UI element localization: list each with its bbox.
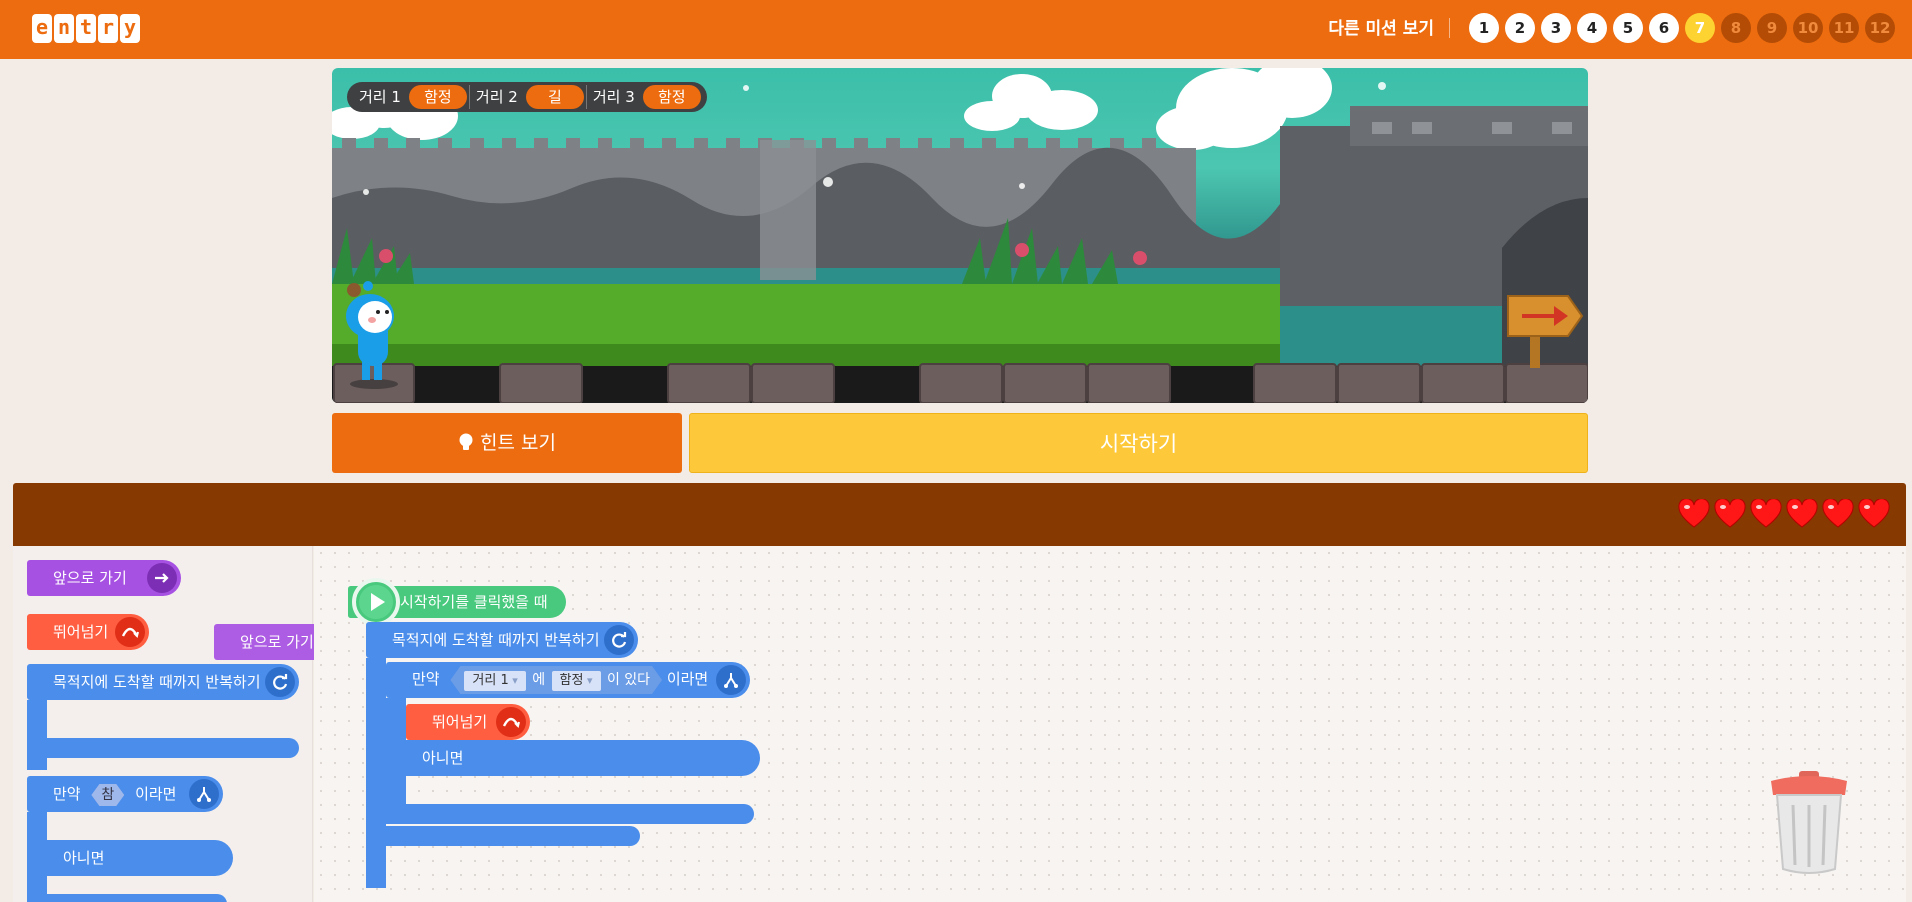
repeat-icon bbox=[604, 625, 634, 655]
top-bar: e n t r y 다른 미션 보기 1 2 3 4 5 6 7 8 9 10 … bbox=[0, 0, 1912, 59]
repeat-icon bbox=[265, 667, 295, 697]
distance-3: 거리 3 함정 bbox=[585, 85, 701, 109]
logo-letter: n bbox=[54, 14, 74, 43]
heart-icon bbox=[1786, 499, 1818, 528]
trash-can-icon[interactable] bbox=[1769, 769, 1849, 877]
repeat-arm bbox=[27, 700, 47, 770]
distance-2-value: 길 bbox=[525, 85, 584, 109]
logo-letter: t bbox=[76, 14, 96, 43]
jump-arc-icon bbox=[115, 617, 145, 647]
distance-1-label: 거리 1 bbox=[359, 88, 401, 106]
mission-button-11[interactable]: 11 bbox=[1829, 13, 1859, 43]
distance-2-label: 거리 2 bbox=[475, 88, 518, 106]
mission-button-10[interactable]: 10 bbox=[1793, 13, 1823, 43]
game-stage: 거리 1 함정 거리 2 길 거리 3 함정 bbox=[332, 68, 1588, 403]
if-else-block[interactable]: 만약 거리 1 에 함정 이 있다 이라면 bbox=[386, 662, 750, 698]
mission-button-1[interactable]: 1 bbox=[1469, 13, 1499, 43]
if-footer bbox=[386, 804, 754, 824]
repeat-footer bbox=[366, 826, 640, 846]
else-section: 아니면 bbox=[386, 740, 760, 776]
mission-button-12[interactable]: 12 bbox=[1865, 13, 1895, 43]
condition-slot[interactable]: 참 bbox=[91, 784, 124, 806]
palette-block-jump[interactable]: 뛰어넘기 bbox=[27, 614, 149, 650]
arrow-right-icon bbox=[147, 563, 177, 593]
distance-1-value: 함정 bbox=[408, 85, 467, 109]
distance-3-label: 거리 3 bbox=[592, 88, 635, 106]
repeat-arm bbox=[366, 658, 386, 888]
palette-block-if-else[interactable]: 만약 참 이라면 bbox=[27, 776, 223, 812]
distance-2: 거리 2 길 bbox=[468, 85, 584, 109]
hint-button[interactable]: 힌트 보기 bbox=[332, 413, 682, 473]
palette-block-else: 아니면 bbox=[27, 840, 233, 876]
if-footer bbox=[27, 894, 227, 902]
palette-block-forward[interactable]: 앞으로 가기 bbox=[27, 560, 181, 596]
heart-icon bbox=[1714, 499, 1746, 528]
header-divider bbox=[1449, 18, 1450, 38]
other-missions-label[interactable]: 다른 미션 보기 bbox=[1310, 17, 1434, 41]
condition-exists: 이 있다 bbox=[606, 672, 651, 688]
block-label: 앞으로 가기 bbox=[53, 569, 127, 587]
condition-particle: 에 bbox=[532, 672, 546, 688]
logo-letter: e bbox=[32, 14, 52, 43]
mission-list: 1 2 3 4 5 6 7 8 9 10 11 12 bbox=[1469, 13, 1895, 43]
entry-logo[interactable]: e n t r y bbox=[32, 14, 140, 43]
start-button[interactable]: 시작하기 bbox=[689, 413, 1588, 473]
branch-icon bbox=[189, 779, 219, 809]
distance-3-value: 함정 bbox=[642, 85, 701, 109]
block-label: 뛰어넘기 bbox=[53, 623, 109, 641]
logo-letter: r bbox=[98, 14, 118, 43]
palette-block-repeat[interactable]: 목적지에 도착할 때까지 반복하기 bbox=[27, 664, 299, 700]
distance-status-bar: 거리 1 함정 거리 2 길 거리 3 함정 bbox=[347, 82, 707, 112]
mission-button-8[interactable]: 8 bbox=[1721, 13, 1751, 43]
workspace-header bbox=[13, 483, 1906, 546]
block-label: 목적지에 도착할 때까지 반복하기 bbox=[392, 631, 600, 649]
block-label: 아니면 bbox=[422, 749, 464, 767]
heart-icon bbox=[1750, 499, 1782, 528]
heart-icon bbox=[1858, 499, 1890, 528]
script-canvas[interactable]: 시작하기를 클릭했을 때 목적지에 도착할 때까지 반복하기 만약 거리 1 에… bbox=[314, 546, 1906, 902]
mission-button-4[interactable]: 4 bbox=[1577, 13, 1607, 43]
block-label: 뛰어넘기 bbox=[432, 713, 488, 731]
condition-block[interactable]: 거리 1 에 함정 이 있다 bbox=[450, 666, 662, 694]
mission-button-2[interactable]: 2 bbox=[1505, 13, 1535, 43]
block-label: 아니면 bbox=[63, 849, 105, 867]
block-label-then: 이라면 bbox=[666, 670, 709, 688]
block-label: 만약 bbox=[53, 785, 81, 803]
jump-arc-icon bbox=[496, 707, 526, 737]
block-label: 만약 bbox=[412, 670, 440, 688]
block-palette: 앞으로 가기 뛰어넘기 목적지에 도착할 때까지 반복하기 만약 참 이라면 아… bbox=[13, 546, 313, 902]
heart-icon bbox=[1822, 499, 1854, 528]
jump-block[interactable]: 뛰어넘기 bbox=[406, 704, 530, 740]
heart-icon bbox=[1678, 499, 1710, 528]
lives-hearts bbox=[1678, 499, 1890, 529]
distance-dropdown[interactable]: 거리 1 bbox=[464, 671, 525, 691]
block-label-then: 이라면 bbox=[135, 785, 177, 803]
mission-button-7[interactable]: 7 bbox=[1685, 13, 1715, 43]
block-label: 목적지에 도착할 때까지 반복하기 bbox=[53, 673, 261, 691]
hint-button-label: 힌트 보기 bbox=[480, 432, 556, 454]
object-dropdown[interactable]: 함정 bbox=[552, 671, 601, 691]
mission-button-5[interactable]: 5 bbox=[1613, 13, 1643, 43]
block-label: 앞으로 가기 bbox=[240, 633, 314, 651]
logo-letter: y bbox=[120, 14, 140, 43]
block-label: 시작하기를 클릭했을 때 bbox=[400, 593, 548, 611]
stage-scene bbox=[332, 68, 1588, 403]
mission-button-3[interactable]: 3 bbox=[1541, 13, 1571, 43]
play-icon bbox=[352, 578, 400, 626]
mission-button-6[interactable]: 6 bbox=[1649, 13, 1679, 43]
distance-1: 거리 1 함정 bbox=[347, 85, 467, 109]
repeat-footer bbox=[27, 738, 299, 758]
repeat-until-block[interactable]: 목적지에 도착할 때까지 반복하기 bbox=[366, 622, 638, 658]
branch-icon bbox=[716, 665, 746, 695]
lightbulb-icon bbox=[458, 415, 474, 450]
mission-button-9[interactable]: 9 bbox=[1757, 13, 1787, 43]
